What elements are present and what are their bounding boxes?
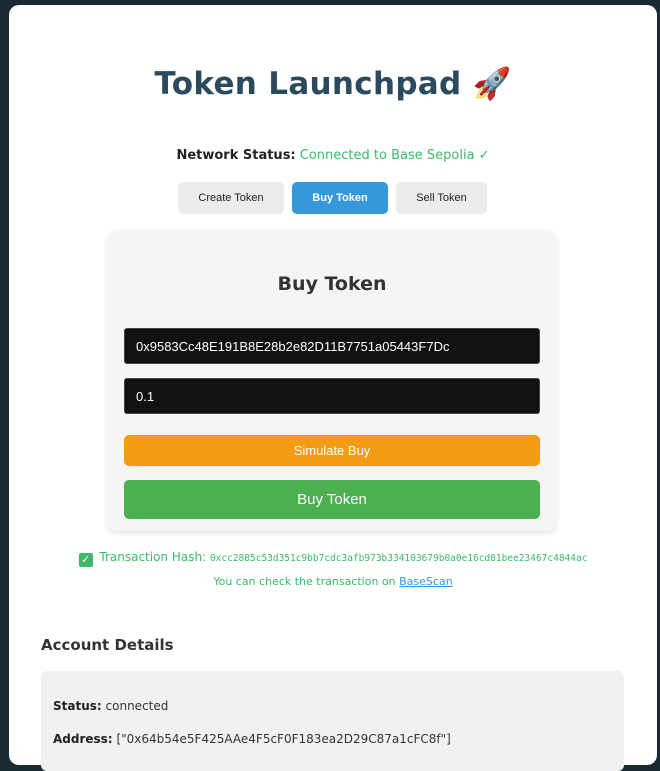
page-title: Token Launchpad 🚀 xyxy=(9,65,657,102)
account-address-label: Address: xyxy=(53,732,113,746)
basescan-note: You can check the transaction on BaseSca… xyxy=(9,575,657,588)
buy-token-panel: Buy Token 0x9583Cc48E191B8E28b2e82D11B77… xyxy=(108,231,556,531)
tab-sell-token[interactable]: Sell Token xyxy=(396,182,487,214)
transaction-hash-label: Transaction Hash: xyxy=(99,550,207,564)
account-details-box: Status: connected Address: ["0x64b54e5F4… xyxy=(41,671,624,771)
account-address-value: ["0x64b54e5F425AAe4F5cF0F183ea2D29C87a1c… xyxy=(116,732,451,746)
main-card: Token Launchpad 🚀 Network Status: Connec… xyxy=(9,5,657,771)
buy-panel-title: Buy Token xyxy=(277,273,387,295)
tab-bar: Create Token Buy Token Sell Token xyxy=(178,182,487,214)
rocket-icon: 🚀 xyxy=(472,66,512,102)
tab-buy-token[interactable]: Buy Token xyxy=(292,182,388,214)
transaction-hash-value: 0xcc2885c53d351c9bb7cdc3afb973b334103679… xyxy=(209,553,588,564)
checkmark-icon: ✓ xyxy=(78,553,93,567)
buy-token-button[interactable]: Buy Token xyxy=(124,480,540,519)
account-status-row: Status: connected xyxy=(53,699,168,713)
network-status-label: Network Status: xyxy=(176,148,296,163)
amount-input[interactable]: 0.1 xyxy=(124,378,540,414)
basescan-note-text: You can check the transaction on xyxy=(213,575,396,588)
basescan-link[interactable]: BaseScan xyxy=(399,575,453,588)
simulate-buy-button[interactable]: Simulate Buy xyxy=(124,435,540,466)
network-status-value: Connected to Base Sepolia ✓ xyxy=(299,148,490,163)
network-status: Network Status: Connected to Base Sepoli… xyxy=(9,148,657,163)
account-status-label: Status: xyxy=(53,699,102,713)
account-details-title: Account Details xyxy=(41,636,174,654)
page-title-text: Token Launchpad xyxy=(154,66,462,102)
account-address-row: Address: ["0x64b54e5F425AAe4F5cF0F183ea2… xyxy=(53,732,451,746)
account-status-value: connected xyxy=(105,699,169,713)
tab-create-token[interactable]: Create Token xyxy=(178,182,284,214)
token-address-input[interactable]: 0x9583Cc48E191B8E28b2e82D11B7751a05443F7… xyxy=(124,328,540,364)
transaction-hash-line: ✓ Transaction Hash: 0xcc2885c53d351c9bb7… xyxy=(9,550,657,567)
